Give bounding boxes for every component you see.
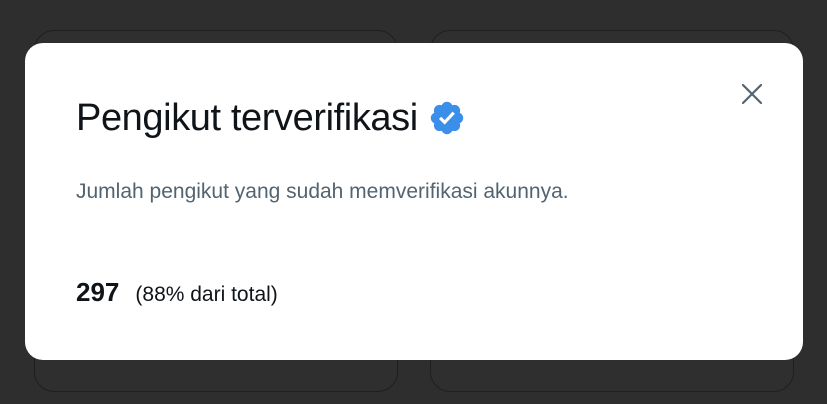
verified-follower-percent: (88% dari total) xyxy=(135,283,278,306)
modal-description: Jumlah pengikut yang sudah memverifikasi… xyxy=(76,180,569,203)
verified-followers-modal: Pengikut terverifikasi Jumlah pengikut y… xyxy=(25,43,803,360)
modal-title: Pengikut terverifikasi xyxy=(76,97,418,139)
stats-row: 297 (88% dari total) xyxy=(76,277,278,308)
verified-badge-icon xyxy=(428,99,466,137)
verified-follower-count: 297 xyxy=(76,277,120,307)
close-button[interactable] xyxy=(737,79,767,109)
close-icon xyxy=(741,83,763,105)
title-row: Pengikut terverifikasi xyxy=(76,95,466,141)
